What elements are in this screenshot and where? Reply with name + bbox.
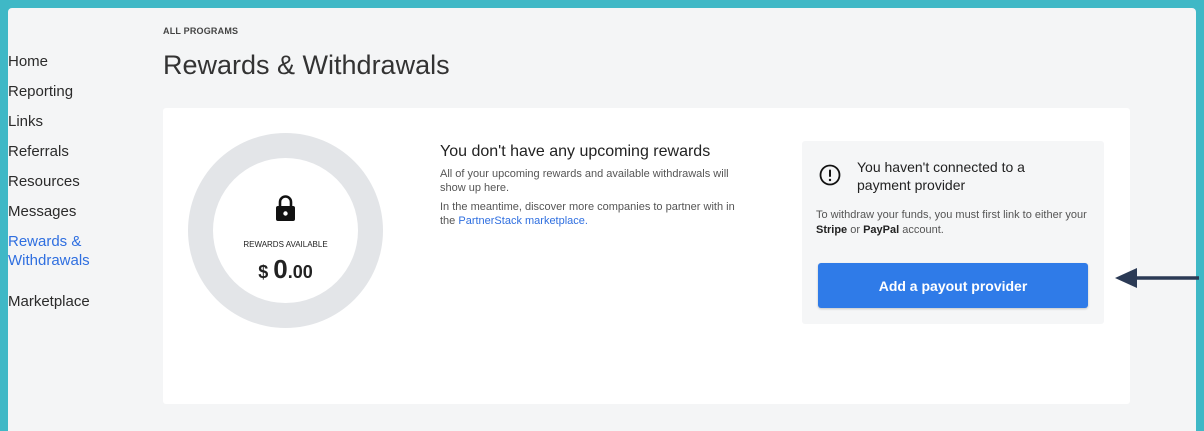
- lock-icon: [276, 195, 295, 221]
- sidebar-item-messages[interactable]: Messages: [8, 202, 148, 232]
- breadcrumb[interactable]: ALL PROGRAMS: [163, 26, 238, 36]
- add-payout-provider-button[interactable]: Add a payout provider: [818, 263, 1088, 308]
- arrow-left-icon: [1115, 268, 1199, 288]
- amount-whole: 0: [273, 254, 288, 284]
- currency-symbol: $: [258, 262, 274, 282]
- app-frame: Home Reporting Links Referrals Resources…: [8, 8, 1196, 431]
- alert-circle-icon: [819, 164, 841, 186]
- sidebar-item-home[interactable]: Home: [8, 52, 148, 82]
- sidebar-item-links[interactable]: Links: [8, 112, 148, 142]
- rewards-amount: $ 0.00: [213, 254, 358, 285]
- provider-desc-or: or: [847, 224, 864, 236]
- rewards-card: REWARDS AVAILABLE $ 0.00 You don't have …: [163, 108, 1130, 404]
- balance-ring: REWARDS AVAILABLE $ 0.00: [188, 133, 383, 328]
- sidebar-item-referrals[interactable]: Referrals: [8, 142, 148, 172]
- amount-cents: .00: [287, 262, 313, 282]
- payment-provider-panel: You haven't connected to a payment provi…: [802, 141, 1104, 324]
- sidebar-item-rewards-withdrawals[interactable]: Rewards & Withdrawals: [8, 232, 108, 292]
- upcoming-rewards-description: All of your upcoming rewards and availab…: [440, 168, 729, 194]
- provider-description: To withdraw your funds, you must first l…: [816, 208, 1101, 238]
- provider-desc-post: account.: [899, 224, 944, 236]
- marketplace-hint: In the meantime, discover more companies…: [440, 200, 750, 228]
- rewards-available-label: REWARDS AVAILABLE: [243, 240, 328, 249]
- balance-center: REWARDS AVAILABLE $ 0.00: [213, 158, 358, 303]
- sidebar-item-reporting[interactable]: Reporting: [8, 82, 148, 112]
- upcoming-rewards-heading: You don't have any upcoming rewards: [440, 143, 711, 160]
- paypal-label: PayPal: [863, 224, 900, 236]
- upcoming-rewards-info: You don't have any upcoming rewards All …: [440, 143, 750, 233]
- page-title: Rewards & Withdrawals: [163, 50, 450, 80]
- sidebar-item-resources[interactable]: Resources: [8, 172, 148, 202]
- sidebar: Home Reporting Links Referrals Resources…: [8, 52, 148, 322]
- provider-title: You haven't connected to a payment provi…: [857, 159, 1025, 193]
- sidebar-item-marketplace[interactable]: Marketplace: [8, 292, 148, 322]
- provider-desc-pre: To withdraw your funds, you must first l…: [816, 209, 1087, 221]
- marketplace-link[interactable]: PartnerStack marketplace.: [458, 215, 588, 227]
- stripe-label: Stripe: [816, 224, 848, 236]
